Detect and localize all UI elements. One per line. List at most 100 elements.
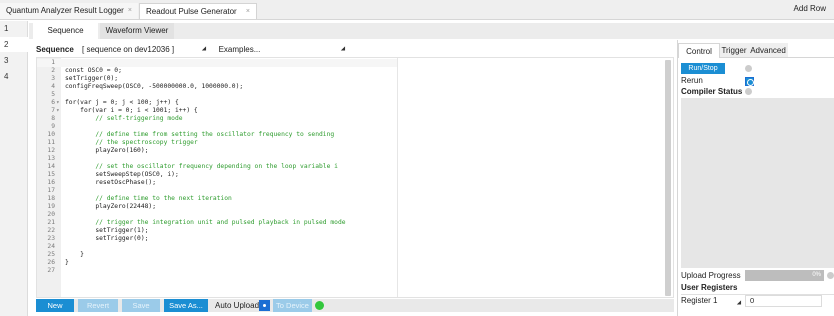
save-button[interactable]: Save — [122, 299, 160, 312]
top-tab-bar: Quantum Analyzer Result Logger × Readout… — [0, 0, 834, 20]
line-number: 6 — [51, 99, 55, 106]
user-registers-label: User Registers — [681, 283, 738, 292]
code-text: configFreqSweep(OSC0, -500000000.0, 1000… — [65, 83, 244, 90]
status-indicator-icon — [315, 301, 324, 310]
code-text: // the spectroscopy trigger — [65, 139, 198, 146]
line-number: 18 — [47, 195, 55, 202]
code-text: for(var i = 0; i < 1001; i++) { — [65, 107, 198, 114]
line-number: 16 — [47, 179, 55, 186]
close-icon[interactable]: × — [246, 4, 250, 20]
line-number: 13 — [47, 155, 55, 162]
line-number: 12 — [47, 147, 55, 154]
close-icon[interactable]: × — [128, 3, 132, 19]
code-text: setSweepStep(OSC0, i); — [65, 171, 179, 178]
line-number: 9 — [51, 123, 55, 130]
tab-sequence[interactable]: Sequence — [33, 23, 98, 39]
row-gutter: 1 2 3 4 — [0, 21, 29, 316]
code-text: setTrigger(0); — [65, 75, 119, 82]
line-number: 20 — [47, 211, 55, 218]
chevron-down-icon[interactable] — [340, 46, 347, 54]
to-device-button[interactable]: To Device — [273, 299, 312, 312]
tab-label: Readout Pulse Generator — [146, 7, 237, 16]
sub-tab-bar: Sequence Waveform Viewer — [29, 23, 834, 39]
tab-advanced[interactable]: Advanced — [748, 43, 788, 58]
line-number: 8 — [51, 115, 55, 122]
code-editor[interactable]: 1 2 const OSC0 = 0; 3 setTrigger(0); 4 configF… — [36, 57, 674, 298]
code-text: for(var j = 0; j < 100; j++) { — [65, 99, 179, 106]
tab-waveform-viewer[interactable]: Waveform Viewer — [100, 23, 174, 39]
chevron-down-icon[interactable] — [202, 46, 209, 54]
add-row-button[interactable]: Add Row — [794, 4, 826, 13]
line-number: 17 — [47, 187, 55, 194]
rerun-checkbox[interactable] — [745, 77, 754, 86]
sequence-header: Sequence [ sequence on dev12036 ] Exampl… — [36, 44, 347, 56]
line-number: 2 — [51, 67, 55, 74]
save-as-button[interactable]: Save As... — [164, 299, 208, 312]
code-text: playZero(22448); — [65, 203, 156, 210]
code-text: } — [65, 251, 84, 258]
tab-control[interactable]: Control — [678, 43, 720, 58]
line-number: 25 — [47, 251, 55, 258]
auto-upload-label: Auto Upload — [215, 301, 260, 310]
upload-progress-label: Upload Progress — [681, 271, 741, 280]
line-number: 21 — [47, 219, 55, 226]
code-text: // trigger the integration unit and puls… — [65, 219, 346, 226]
tab-label: Quantum Analyzer Result Logger — [6, 6, 124, 15]
line-number: 22 — [47, 227, 55, 234]
examples-dropdown[interactable]: Examples... — [219, 45, 261, 54]
code-text: setTrigger(0); — [65, 235, 149, 242]
fold-arrow-icon[interactable]: ▾ — [56, 107, 61, 115]
row-number-4[interactable]: 4 — [0, 69, 28, 84]
code-text: // self-triggering mode — [65, 115, 183, 122]
auto-upload-checkbox[interactable] — [259, 300, 270, 311]
upload-progress-text: 0% — [812, 272, 821, 278]
code-text: } — [65, 259, 69, 266]
sequence-label: Sequence — [36, 45, 74, 54]
tab-trigger[interactable]: Trigger — [720, 43, 748, 58]
row-number-1[interactable]: 1 — [0, 21, 28, 36]
tab-quantum-analyzer-result-logger[interactable]: Quantum Analyzer Result Logger × — [0, 3, 138, 19]
sequence-selector[interactable]: [ sequence on dev12036 ] — [82, 45, 174, 54]
new-button[interactable]: New — [36, 299, 74, 312]
compiler-status-led-icon — [745, 88, 752, 95]
line-number: 24 — [47, 243, 55, 250]
line-number: 3 — [51, 75, 55, 82]
code-text: playZero(160); — [65, 147, 149, 154]
run-stop-button[interactable]: Run/Stop — [681, 63, 725, 74]
editor-scrollbar[interactable] — [665, 60, 671, 296]
chevron-down-icon[interactable] — [736, 300, 744, 307]
run-status-led-icon — [745, 65, 752, 72]
compiler-status-output — [681, 98, 834, 268]
print-margin — [397, 58, 398, 297]
line-number: 19 — [47, 203, 55, 210]
row-number-3[interactable]: 3 — [0, 53, 28, 68]
line-number: 4 — [51, 83, 55, 90]
control-panel-tabs: Control Trigger Advanced — [678, 43, 834, 58]
code-text: // set the oscillator frequency dependin… — [65, 163, 338, 170]
tab-readout-pulse-generator[interactable]: Readout Pulse Generator × — [139, 3, 257, 19]
line-number: 1 — [51, 59, 55, 66]
line-number: 10 — [47, 131, 55, 138]
fold-arrow-icon[interactable]: ▾ — [56, 99, 61, 107]
line-number: 7 — [51, 107, 55, 114]
rerun-label: Rerun — [681, 76, 703, 85]
code-text: resetOscPhase(); — [65, 179, 156, 186]
line-number: 14 — [47, 163, 55, 170]
control-panel: Control Trigger Advanced Run/Stop Rerun … — [677, 40, 834, 316]
editor-action-bar: New Revert Save Save As... Auto Upload T… — [36, 299, 674, 312]
line-number: 23 — [47, 235, 55, 242]
line-number: 27 — [47, 267, 55, 274]
compiler-status-label: Compiler Status — [681, 87, 743, 96]
register-1-input[interactable]: 0 — [745, 295, 822, 307]
line-number: 15 — [47, 171, 55, 178]
line-number: 5 — [51, 91, 55, 98]
revert-button[interactable]: Revert — [78, 299, 118, 312]
line-number: 11 — [47, 139, 55, 146]
code-text: // define time to the next iteration — [65, 195, 232, 202]
code-text: // define time from setting the oscillat… — [65, 131, 335, 138]
upload-progress-bar: 0% — [745, 270, 824, 281]
current-line-highlight — [37, 59, 397, 67]
row-number-2[interactable]: 2 — [0, 37, 29, 52]
line-number: 26 — [47, 259, 55, 266]
code-text: setTrigger(1); — [65, 227, 149, 234]
